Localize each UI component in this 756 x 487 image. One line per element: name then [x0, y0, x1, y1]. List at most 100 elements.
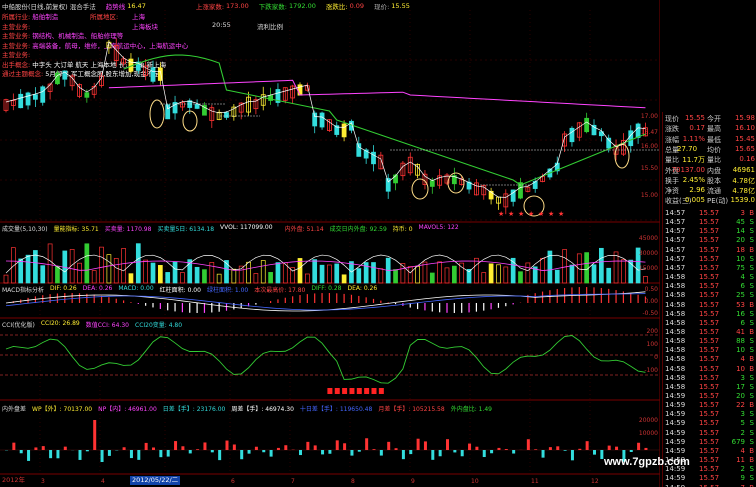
volume-bar	[378, 268, 384, 284]
tick-side: B	[749, 484, 754, 487]
tick-time: 14:58	[665, 337, 686, 346]
indicator-field: MACD: 0.00	[118, 285, 154, 292]
x-axis-month-label: 8	[351, 478, 355, 485]
tick-time: 14:57	[665, 245, 686, 254]
volume-bar	[576, 253, 582, 284]
volume-bar	[371, 262, 376, 284]
flow-bar	[122, 447, 126, 450]
tick-price: 15.57	[699, 364, 720, 373]
volume-bar	[415, 266, 420, 284]
cci-red-block	[371, 388, 377, 394]
candle-body	[18, 93, 24, 109]
indicator-name: MACD指标分析	[2, 287, 44, 294]
macd-axis-tick: 0.00	[645, 298, 659, 305]
tick-volume: 7	[741, 484, 745, 487]
vol-axis-tick: 30000	[639, 250, 658, 257]
flow-bar	[578, 448, 582, 450]
volume-bar	[312, 259, 318, 284]
star-marker: ★	[528, 210, 534, 218]
flow-bar	[34, 447, 38, 450]
tick-side: B	[749, 446, 754, 455]
tick-volume: 4	[740, 273, 745, 282]
flow-bar	[137, 450, 141, 460]
volume-bar	[128, 273, 134, 284]
tick-volume: 17	[736, 382, 745, 391]
candle-body	[341, 123, 347, 138]
tick-time: 14:59	[665, 484, 685, 487]
tick-volume: 10	[736, 364, 745, 373]
tick-time: 14:58	[665, 382, 686, 391]
flow-bar	[585, 441, 589, 450]
volume-bar	[341, 274, 347, 284]
tick-side: S	[749, 382, 754, 391]
tick-side: S	[749, 410, 754, 419]
tick-side: B	[749, 209, 754, 217]
tick-time: 14:57	[665, 218, 686, 227]
volume-bar	[327, 264, 332, 284]
indicator-field: 日差【手】: 23176.00	[162, 406, 226, 413]
volume-bar	[3, 274, 9, 284]
vol-axis-tick: 45000	[639, 235, 658, 242]
tick-volume: 25	[736, 291, 745, 300]
quote-label: 换手	[665, 176, 679, 185]
volume-bar	[253, 273, 259, 284]
flow-bar	[637, 442, 641, 450]
tick-time: 14:58	[665, 355, 686, 364]
candle-body	[165, 104, 171, 120]
volume-bar	[202, 269, 207, 284]
volume-bar	[194, 266, 200, 284]
tick-price: 15.57	[699, 456, 720, 465]
tick-volume: 2	[740, 465, 745, 474]
cci-red-block	[364, 388, 370, 394]
annotation-ellipse	[614, 143, 630, 169]
quote-label: 量比	[665, 156, 679, 165]
cci-axis-tick: -100	[644, 367, 658, 374]
tick-time: 14:58	[665, 273, 686, 282]
flow-bar	[512, 450, 516, 454]
flow-indicator-header: 内外盘差 WP【外】: 70137.00 NP【内】: 46961.00 日差【手】:…	[2, 404, 660, 413]
kline-chart[interactable]: 345678910111217.0016.4716.0015.5015.00★★…	[0, 0, 660, 487]
tick-price: 15.57	[699, 227, 720, 236]
volume-bar	[25, 254, 31, 284]
star-marker: ★	[518, 210, 524, 218]
flow-bar	[166, 450, 170, 457]
quote-row: 外盘 70137.00 内盘 46961	[663, 166, 756, 176]
quote-row: 量比 11.7万 量比 0.16	[663, 155, 756, 165]
volume-bar	[481, 272, 487, 284]
tick-volume: 679	[731, 437, 745, 446]
tick-price: 15.57	[699, 318, 720, 327]
macd-axis-tick: -0.50	[642, 310, 658, 317]
cci-axis-tick: 100	[647, 341, 659, 348]
volume-bar	[584, 252, 590, 284]
volume-bar	[106, 254, 112, 284]
tick-side: S	[749, 337, 754, 346]
tick-time: 14:59	[665, 392, 686, 400]
indicator-field: CCI20变量: 4.80	[135, 322, 183, 329]
price-axis-tick: 17.00	[641, 113, 658, 120]
tick-side: S	[749, 437, 754, 446]
tick-side: S	[749, 227, 754, 236]
candle-body	[25, 92, 31, 106]
volume-bar	[496, 264, 501, 284]
flow-bar	[563, 450, 567, 451]
flow-bar	[27, 450, 31, 461]
volume-bar	[562, 249, 567, 284]
flow-bar	[159, 450, 163, 458]
quote-value: 11.7万	[682, 156, 705, 165]
flow-bar	[556, 446, 560, 450]
volume-bar	[474, 257, 479, 284]
volume-bar	[216, 273, 222, 284]
tick-side: B	[749, 456, 754, 465]
tick-side: B	[749, 355, 754, 364]
flow-bar	[100, 450, 104, 462]
indicator-field: 外内盘比: 1.49	[450, 406, 492, 413]
flow-bar	[93, 420, 97, 450]
volume-bar	[47, 243, 53, 284]
volume-bar	[518, 271, 523, 284]
flow-bar	[254, 446, 258, 450]
flow-bar	[482, 450, 486, 458]
flow-bar	[607, 445, 611, 450]
stock-terminal: 中船股份(日线,前复权) 混合手法 趋势线 16.47 上涨家数: 173.00…	[0, 0, 756, 487]
tick-price: 15.57	[699, 254, 720, 263]
tick-price: 15.57	[699, 419, 720, 428]
